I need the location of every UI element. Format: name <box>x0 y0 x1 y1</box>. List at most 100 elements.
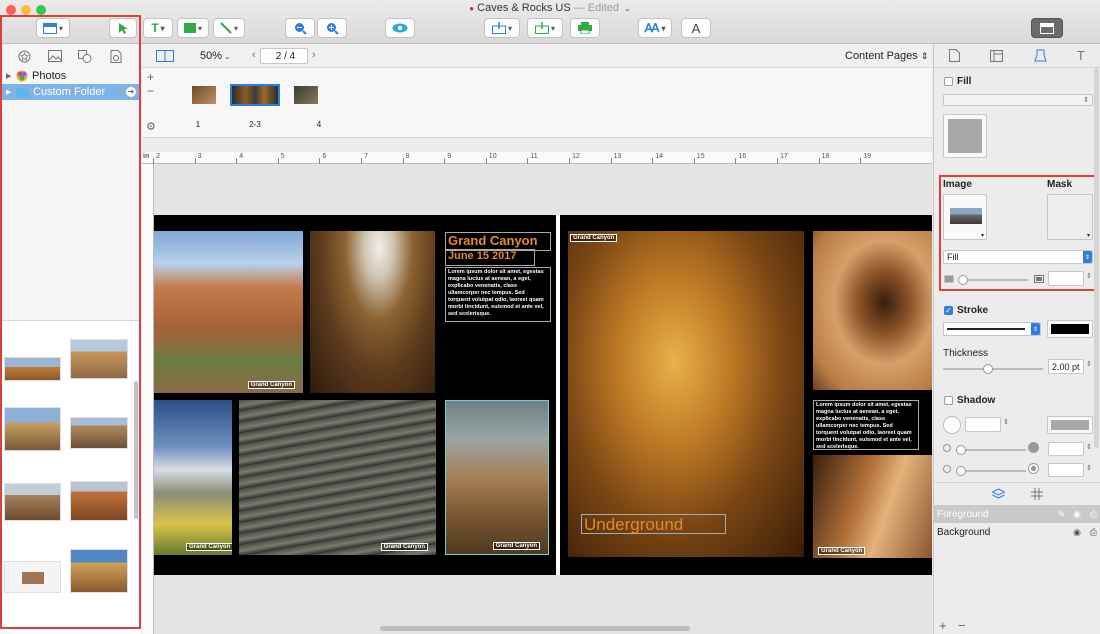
layer-row-background[interactable]: Background ◉ ⎙ <box>934 523 1100 541</box>
import-button[interactable]: ▾ <box>484 18 520 38</box>
photo-red-canyon[interactable]: Grand Canyon <box>154 231 303 393</box>
photo-canyon-storm-selected[interactable]: Grand Canyon <box>445 400 549 555</box>
printer-icon[interactable]: ⎙ <box>1090 527 1097 538</box>
stroke-checkbox[interactable]: ✓ <box>944 306 953 315</box>
pencil-icon[interactable]: ✎ <box>1057 509 1065 520</box>
page-thumbnail-2-3[interactable] <box>230 84 280 106</box>
eye-icon[interactable]: ◉ <box>1073 527 1081 538</box>
stepper-icon[interactable]: ⇕ <box>1086 443 1092 451</box>
thickness-slider[interactable] <box>943 364 1043 374</box>
photo-cave-stalactites[interactable]: Grand Canyon <box>568 231 804 557</box>
photo-caption[interactable]: Grand Canyon <box>570 234 618 242</box>
browser-thumbnail[interactable] <box>70 481 128 521</box>
thickness-field[interactable]: 2.00 pt <box>1048 359 1084 374</box>
zoom-level[interactable]: 50% ⌄ <box>200 50 231 62</box>
action-arrow-icon[interactable]: ➜ <box>126 87 136 97</box>
fonts-button[interactable]: A <box>681 18 711 38</box>
shape-tool-button[interactable]: ▾ <box>177 18 209 38</box>
refresh-page-icon[interactable] <box>109 49 122 63</box>
shadow-offset-field[interactable] <box>1048 463 1084 477</box>
horizontal-scrollbar[interactable] <box>380 626 690 631</box>
photo-slot-canyon[interactable] <box>310 231 435 393</box>
photo-library-icon[interactable] <box>47 50 62 62</box>
document-canvas[interactable]: Grand Canyon Grand Canyon Grand Canyon G… <box>154 164 932 634</box>
remove-page-icon[interactable]: − <box>147 84 154 98</box>
text-style-button[interactable]: Ꜳ ▾ <box>638 18 672 38</box>
document-icon[interactable] <box>949 49 961 62</box>
next-page-icon[interactable]: › <box>312 49 316 61</box>
view-menu-button[interactable]: ▾ <box>36 18 70 38</box>
stepper-icon[interactable]: ⇕ <box>1086 272 1092 280</box>
stepper-icon[interactable]: ⇕ <box>1086 464 1092 472</box>
grid-icon[interactable] <box>1031 487 1043 500</box>
export-button[interactable]: ▾ <box>527 18 563 38</box>
tree-item-photos[interactable]: ▶ Photos <box>6 68 66 84</box>
stroke-style-popup[interactable]: ⇕ <box>943 322 1041 336</box>
shadow-offset-slider[interactable] <box>956 466 1026 476</box>
remove-layer-button[interactable]: − <box>958 618 966 633</box>
inspector-toggle-button[interactable] <box>1031 18 1063 38</box>
stepper-icon[interactable]: ⇕ <box>1003 418 1009 426</box>
add-layer-button[interactable]: + <box>939 618 947 633</box>
underground-title[interactable]: Underground <box>581 514 726 534</box>
text-tool-button[interactable]: T ▾ <box>143 18 173 38</box>
body-text-block[interactable]: Lorem ipsum dolor sit amet, egestas magn… <box>445 267 551 322</box>
page-date[interactable]: June 15 2017 <box>445 249 535 266</box>
preview-button[interactable] <box>385 18 415 38</box>
image-browser[interactable] <box>0 320 141 634</box>
style-icon[interactable] <box>1033 49 1047 62</box>
shadow-angle-field[interactable] <box>965 417 1001 432</box>
photo-caption[interactable]: Grand Canyon <box>247 381 295 389</box>
slider-knob[interactable] <box>983 364 993 374</box>
photo-sandstone[interactable]: Grand Canyon <box>813 455 932 558</box>
star-badge-icon[interactable] <box>18 50 31 63</box>
browser-thumbnail[interactable] <box>4 357 61 381</box>
fill-checkbox[interactable] <box>944 77 953 86</box>
image-scale-field[interactable] <box>1048 271 1084 286</box>
photo-caption[interactable]: Grand Canyon <box>492 542 540 550</box>
eye-icon[interactable]: ◉ <box>1073 509 1081 520</box>
inspector-scrollbar[interactable] <box>1094 68 1099 448</box>
fill-color-well[interactable] <box>943 114 987 158</box>
shadow-angle-dial[interactable] <box>943 416 961 434</box>
page-thumbnail-4[interactable] <box>294 86 318 104</box>
stepper-icon[interactable]: ⇕ <box>1086 360 1092 368</box>
browser-thumbnail[interactable] <box>4 483 61 521</box>
browser-thumbnail[interactable] <box>70 339 128 379</box>
layer-row-foreground[interactable]: Foreground ✎ ◉ ⎙ <box>934 505 1100 523</box>
page-thumbnail-1[interactable] <box>192 86 216 104</box>
fill-type-popup[interactable]: ⇕ <box>943 94 1093 106</box>
printer-icon[interactable]: ⎙ <box>1090 509 1097 520</box>
line-tool-button[interactable]: ▾ <box>213 18 245 38</box>
shadow-color-well[interactable] <box>1047 416 1093 434</box>
browser-thumbnail[interactable] <box>70 417 128 449</box>
browser-scrollbar[interactable] <box>134 381 138 519</box>
browser-thumbnail[interactable] <box>4 561 61 593</box>
page-spread[interactable]: Grand Canyon Grand Canyon Grand Canyon G… <box>154 215 932 575</box>
gear-icon[interactable]: ⚙ <box>146 120 156 133</box>
zoom-out-button[interactable] <box>285 18 315 38</box>
tree-item-custom-folder[interactable]: ▶ Custom Folder ➜ <box>2 84 140 100</box>
browser-thumbnail[interactable] <box>70 549 128 593</box>
image-fill-mode-popup[interactable]: Fill ⇕ <box>943 250 1093 264</box>
shapes-icon[interactable] <box>78 49 92 63</box>
browser-thumbnail[interactable] <box>4 407 61 451</box>
layers-icon[interactable] <box>992 487 1005 500</box>
photo-caption[interactable]: Grand Canyon <box>818 547 866 555</box>
photo-mountains[interactable]: Grand Canyon <box>154 400 232 555</box>
disclosure-triangle-icon[interactable]: ▶ <box>6 72 16 80</box>
body-text-block-right[interactable]: Lorem ipsum dolor sit amet, egestas magn… <box>813 400 919 450</box>
stroke-color-well[interactable] <box>1047 320 1093 338</box>
layout-icon[interactable] <box>990 49 1004 62</box>
image-scale-slider[interactable] <box>958 275 1028 285</box>
image-well[interactable]: ▾ <box>943 194 987 240</box>
content-pages-selector[interactable]: Content Pages ⇕ <box>845 50 928 62</box>
select-tool-button[interactable] <box>109 18 137 38</box>
disclosure-triangle-icon[interactable]: ▶ <box>6 88 16 96</box>
text-inspector-icon[interactable]: T <box>1077 48 1085 63</box>
photo-cave-arch[interactable] <box>813 231 932 390</box>
photo-caption[interactable]: Grand Canyon <box>380 543 428 551</box>
shadow-checkbox[interactable] <box>944 396 953 405</box>
shadow-blur-slider[interactable] <box>956 445 1026 455</box>
add-page-icon[interactable]: + <box>147 70 154 84</box>
